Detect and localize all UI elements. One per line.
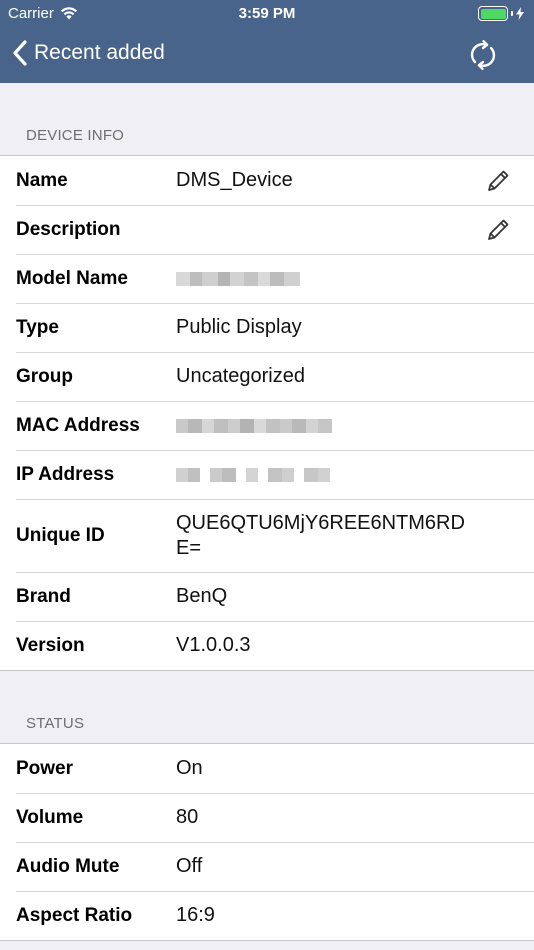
row-value: Public Display (176, 316, 302, 338)
section-header-status: STATUS (26, 715, 85, 732)
row-label: Brand (16, 585, 71, 607)
row-ip-address: IP Address (0, 450, 534, 499)
redacted-value (176, 268, 476, 290)
row-name: Name DMS_Device (0, 156, 534, 205)
status-time: 3:59 PM (238, 5, 296, 22)
row-label: Power (16, 757, 74, 779)
row-label: Audio Mute (16, 855, 120, 877)
row-audio-mute: Audio Mute Off (0, 842, 534, 891)
back-label: Recent added (34, 41, 165, 64)
row-value: 16:9 (176, 904, 215, 926)
row-label: IP Address (16, 463, 115, 485)
row-label: Group (16, 365, 73, 387)
row-power: Power On (0, 744, 534, 793)
row-value: Uncategorized (176, 365, 305, 387)
row-label: Description (16, 218, 121, 240)
charging-icon (516, 7, 524, 20)
row-value: QUE6QTU6MjY6REE6NTM6RDE= (176, 511, 465, 559)
status-bar: Carrier 3:59 PM (0, 0, 534, 28)
row-group: Group Uncategorized (0, 352, 534, 401)
row-volume: Volume 80 (0, 793, 534, 842)
row-value: BenQ (176, 585, 228, 607)
back-button[interactable]: Recent added (12, 40, 165, 66)
status-group: Power On Volume 80 Audio Mute Off Aspect… (0, 743, 534, 941)
row-label: Type (16, 316, 59, 338)
pencil-icon[interactable] (484, 167, 512, 195)
row-unique-id: Unique ID QUE6QTU6MjY6REE6NTM6RDE= (0, 499, 534, 572)
redacted-value (176, 464, 476, 486)
row-value: 80 (176, 806, 199, 828)
redacted-value (176, 415, 476, 437)
row-value: Off (176, 855, 203, 877)
row-model-name: Model Name (0, 254, 534, 303)
row-label: Volume (16, 806, 84, 828)
row-value: V1.0.0.3 (176, 634, 251, 656)
row-label: Version (16, 634, 85, 656)
row-mac-address: MAC Address (0, 401, 534, 450)
row-description: Description (0, 205, 534, 254)
row-version: Version V1.0.0.3 (0, 621, 534, 670)
pencil-icon[interactable] (484, 216, 512, 244)
device-info-group: Name DMS_Device Description Model Name T… (0, 155, 534, 671)
settings-list: DEVICE INFO Name DMS_Device Description … (0, 83, 534, 941)
battery-icon (478, 6, 524, 21)
row-label: Model Name (16, 267, 128, 289)
row-value: DMS_Device (176, 169, 293, 191)
row-aspect-ratio: Aspect Ratio 16:9 (0, 891, 534, 940)
row-label: MAC Address (16, 414, 140, 436)
row-brand: Brand BenQ (0, 572, 534, 621)
section-header-device-info: DEVICE INFO (26, 127, 125, 144)
refresh-icon[interactable] (466, 38, 500, 72)
row-label: Aspect Ratio (16, 904, 133, 926)
battery-level (480, 8, 506, 19)
row-label: Name (16, 169, 68, 191)
row-type: Type Public Display (0, 303, 534, 352)
row-value: On (176, 757, 203, 779)
row-label: Unique ID (16, 524, 105, 546)
chevron-left-icon (13, 40, 27, 66)
navigation-bar: Recent added (0, 28, 534, 83)
